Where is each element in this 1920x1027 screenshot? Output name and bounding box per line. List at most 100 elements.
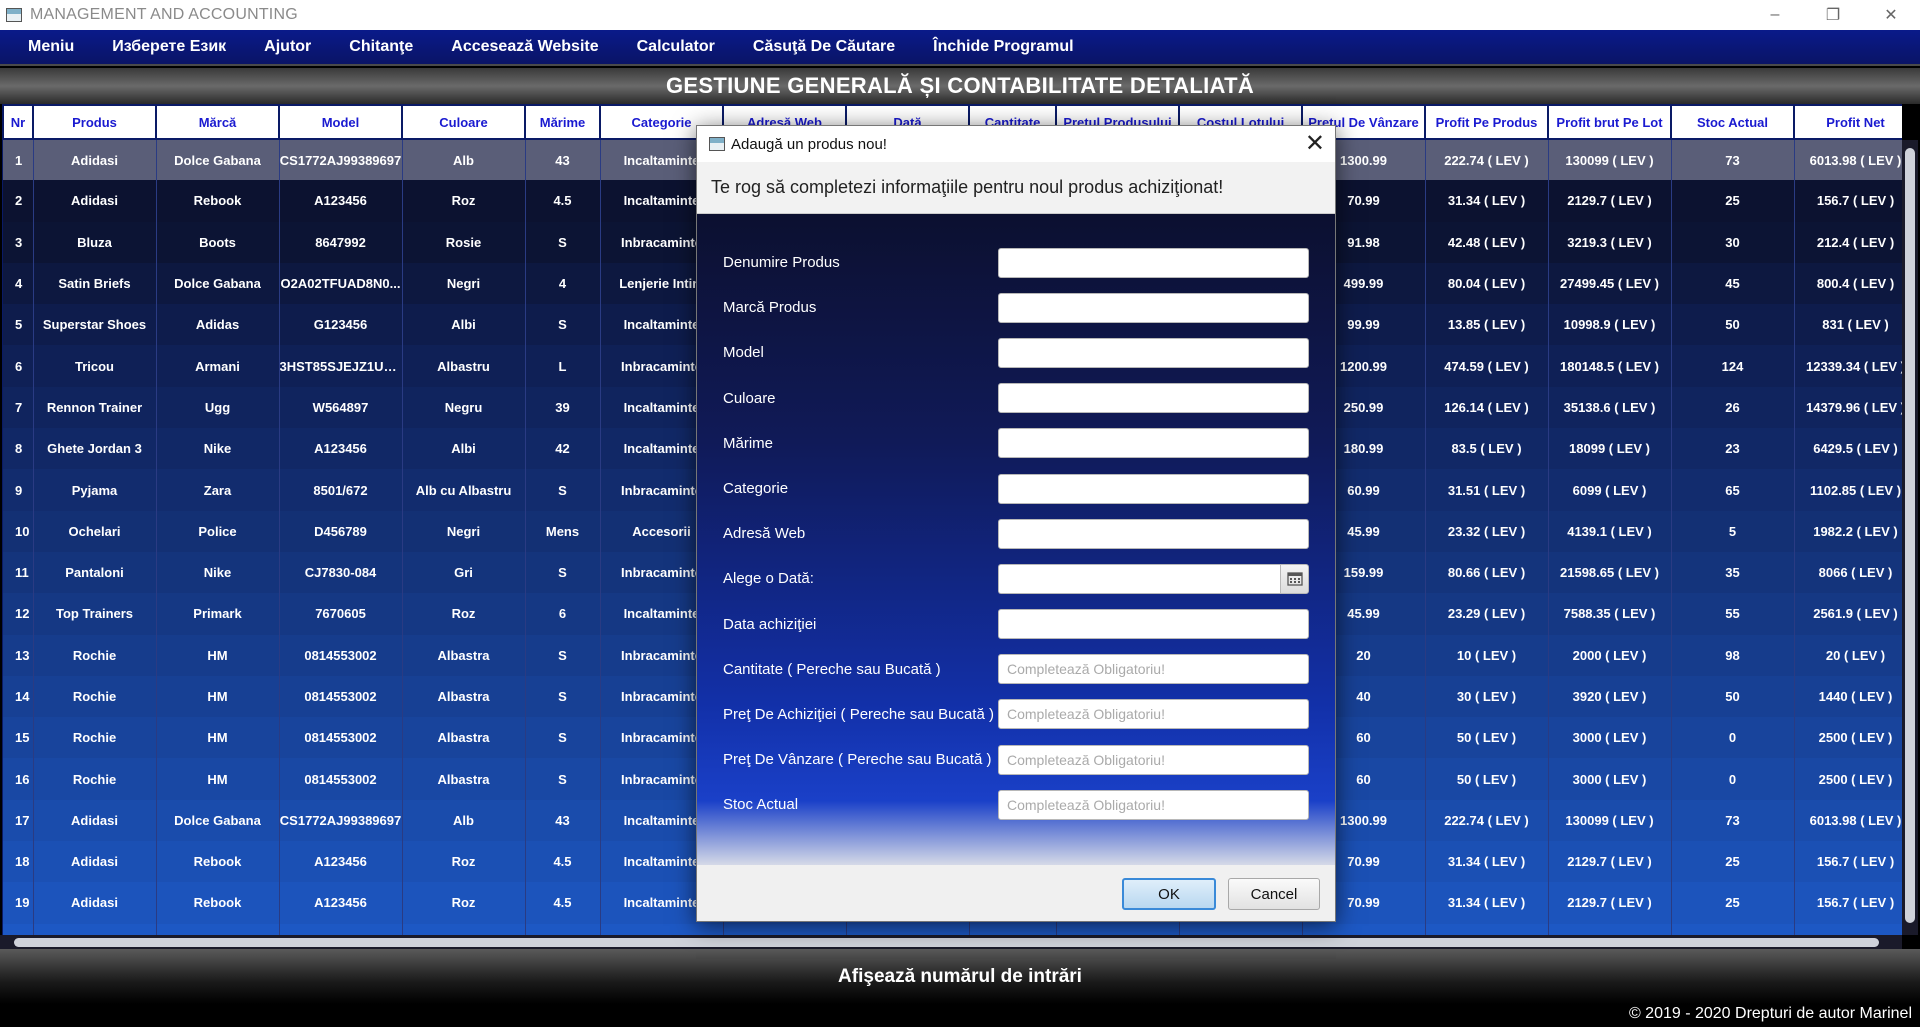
table-cell: 8066 ( LEV ) <box>1794 551 1902 594</box>
calendar-icon[interactable] <box>1280 563 1309 594</box>
column-header[interactable]: Profit Net <box>1793 104 1902 140</box>
text-field[interactable]: Completează Obligatoriu! <box>998 744 1309 775</box>
field-label: Alege o Dată: <box>723 570 814 588</box>
form-row: Stoc Actual Completează Obligatoriu! <box>723 782 1311 827</box>
vertical-scroll-thumb[interactable] <box>1905 148 1915 923</box>
close-icon[interactable]: ✕ <box>1862 0 1920 30</box>
table-cell <box>723 923 847 935</box>
field-label: Data achiziţiei <box>723 615 817 633</box>
window-title: MANAGEMENT AND ACCOUNTING <box>30 6 298 23</box>
table-cell: 3HST85SJEJZ1UA3Z <box>279 345 403 387</box>
table-cell: Albi <box>402 304 526 346</box>
table-cell: 10998.9 ( LEV ) <box>1548 304 1672 346</box>
text-field[interactable]: Completează Obligatoriu! <box>998 789 1309 820</box>
table-cell: 27499.45 ( LEV ) <box>1548 262 1672 305</box>
text-field[interactable]: Completează Obligatoriu! <box>998 654 1309 685</box>
text-field[interactable]: Completează Obligatoriu! <box>998 699 1309 730</box>
horizontal-scroll-thumb[interactable] <box>14 938 1879 947</box>
table-cell: Adidas <box>156 304 280 346</box>
table-cell: Rennon Trainer <box>33 386 157 429</box>
text-field[interactable] <box>998 518 1309 549</box>
table-cell: 10 ( LEV ) <box>1425 634 1549 676</box>
column-header[interactable]: Stoc Actual <box>1670 104 1795 140</box>
table-cell: Nike <box>156 428 280 470</box>
table-cell: 50 ( LEV ) <box>1425 717 1549 759</box>
text-field[interactable] <box>998 428 1309 459</box>
vertical-scrollbar[interactable] <box>1902 140 1918 935</box>
entries-count-label[interactable]: Afişează numărul de intrări <box>838 966 1082 988</box>
column-header[interactable]: Model <box>278 104 403 140</box>
table-cell: 70.99 <box>1302 923 1426 935</box>
table-cell: 23 <box>1671 428 1795 470</box>
table-cell: Adidasi <box>33 841 157 883</box>
table-cell: Ghete Jordan 3 <box>33 428 157 470</box>
table-cell: 126.14 ( LEV ) <box>1425 386 1549 429</box>
table-cell: 831 ( LEV ) <box>1794 304 1902 346</box>
table-cell: Roz <box>402 180 526 222</box>
table-cell: Rochie <box>33 634 157 676</box>
form-row: Preţ De Vânzare ( Pereche sau Bucată ) Co… <box>723 737 1311 782</box>
table-cell: 30 <box>1671 221 1795 263</box>
table-cell: 2561.9 ( LEV ) <box>1794 593 1902 635</box>
table-cell: 25 <box>1671 841 1795 883</box>
text-field[interactable] <box>998 337 1309 368</box>
table-cell: 4 <box>3 262 34 305</box>
menu-item-search-box[interactable]: Căsuţă De Căutare <box>734 38 914 56</box>
text-field[interactable] <box>998 473 1309 504</box>
table-cell: Adidasi <box>33 799 157 842</box>
dialog-form: Denumire Produs Marcă Produs Model Culoare M… <box>697 214 1335 866</box>
table-cell: A123456 <box>279 882 403 924</box>
date-picker <box>998 563 1309 594</box>
table-row[interactable]: 20AdidasiRebookA123456Roz4.5Incaltaminte… <box>3 923 1902 935</box>
table-cell: Alb <box>402 799 526 842</box>
text-field[interactable] <box>998 383 1309 414</box>
table-cell: Pantaloni <box>33 551 157 594</box>
column-header[interactable]: Culoare <box>401 104 526 140</box>
column-header[interactable]: Mărcă <box>155 104 280 140</box>
table-cell: Albastra <box>402 634 526 676</box>
menu-item-language[interactable]: Изберете Език <box>93 38 245 56</box>
table-cell: 156.7 ( LEV ) <box>1794 180 1902 222</box>
column-header[interactable]: Profit brut Pe Lot <box>1547 104 1672 140</box>
menu-item-meniu[interactable]: Meniu <box>0 38 93 56</box>
table-cell: 20 <box>3 923 34 935</box>
table-cell: 1 <box>3 139 34 181</box>
date-input[interactable] <box>998 563 1280 594</box>
entries-count-bar[interactable]: Afişează numărul de intrări <box>0 949 1920 1004</box>
menu-item-ajutor[interactable]: Ajutor <box>245 38 330 56</box>
table-cell: 26 <box>1671 386 1795 429</box>
table-cell: 5 <box>1671 510 1795 552</box>
table-cell: 12 <box>3 593 34 635</box>
text-field[interactable] <box>998 609 1309 640</box>
table-cell: 50 ( LEV ) <box>1425 758 1549 800</box>
column-header[interactable]: Mărime <box>524 104 601 140</box>
menu-item-calculator[interactable]: Calculator <box>618 38 734 56</box>
table-cell: 4139.1 ( LEV ) <box>1548 510 1672 552</box>
dialog-close-icon[interactable]: ✕ <box>1305 130 1325 158</box>
ok-button[interactable]: OK <box>1122 878 1216 910</box>
table-cell: 3000 ( LEV ) <box>1548 717 1672 759</box>
maximize-icon[interactable]: ❐ <box>1804 0 1862 30</box>
table-cell: CS1772AJ99389697 <box>279 799 403 842</box>
field-label: Culoare <box>723 389 776 407</box>
table-cell: 5 <box>3 304 34 346</box>
table-cell: 130099 ( LEV ) <box>1548 139 1672 181</box>
table-cell: 1440 ( LEV ) <box>1794 675 1902 718</box>
menu-item-close-program[interactable]: Închide Programul <box>914 38 1092 56</box>
column-header[interactable]: Nr <box>2 104 34 140</box>
cancel-button[interactable]: Cancel <box>1228 878 1320 910</box>
menu-item-chitante[interactable]: Chitanţe <box>330 38 432 56</box>
form-row: Preţ De Achiziţiei ( Pereche sau Bucată … <box>723 692 1311 737</box>
table-cell: Adidasi <box>33 882 157 924</box>
text-field[interactable] <box>998 292 1309 323</box>
horizontal-scrollbar[interactable] <box>0 935 1902 949</box>
table-cell: 0 <box>1671 717 1795 759</box>
table-cell: 23.29 ( LEV ) <box>1425 593 1549 635</box>
window-titlebar: MANAGEMENT AND ACCOUNTING – ❐ ✕ <box>0 0 1920 30</box>
column-header[interactable]: Profit Pe Produs <box>1424 104 1549 140</box>
column-header[interactable]: Produs <box>32 104 157 140</box>
minimize-icon[interactable]: – <box>1746 0 1804 30</box>
menu-item-website[interactable]: Accesează Website <box>432 38 617 56</box>
form-row: Alege o Dată: <box>723 556 1311 601</box>
text-field[interactable] <box>998 247 1309 278</box>
